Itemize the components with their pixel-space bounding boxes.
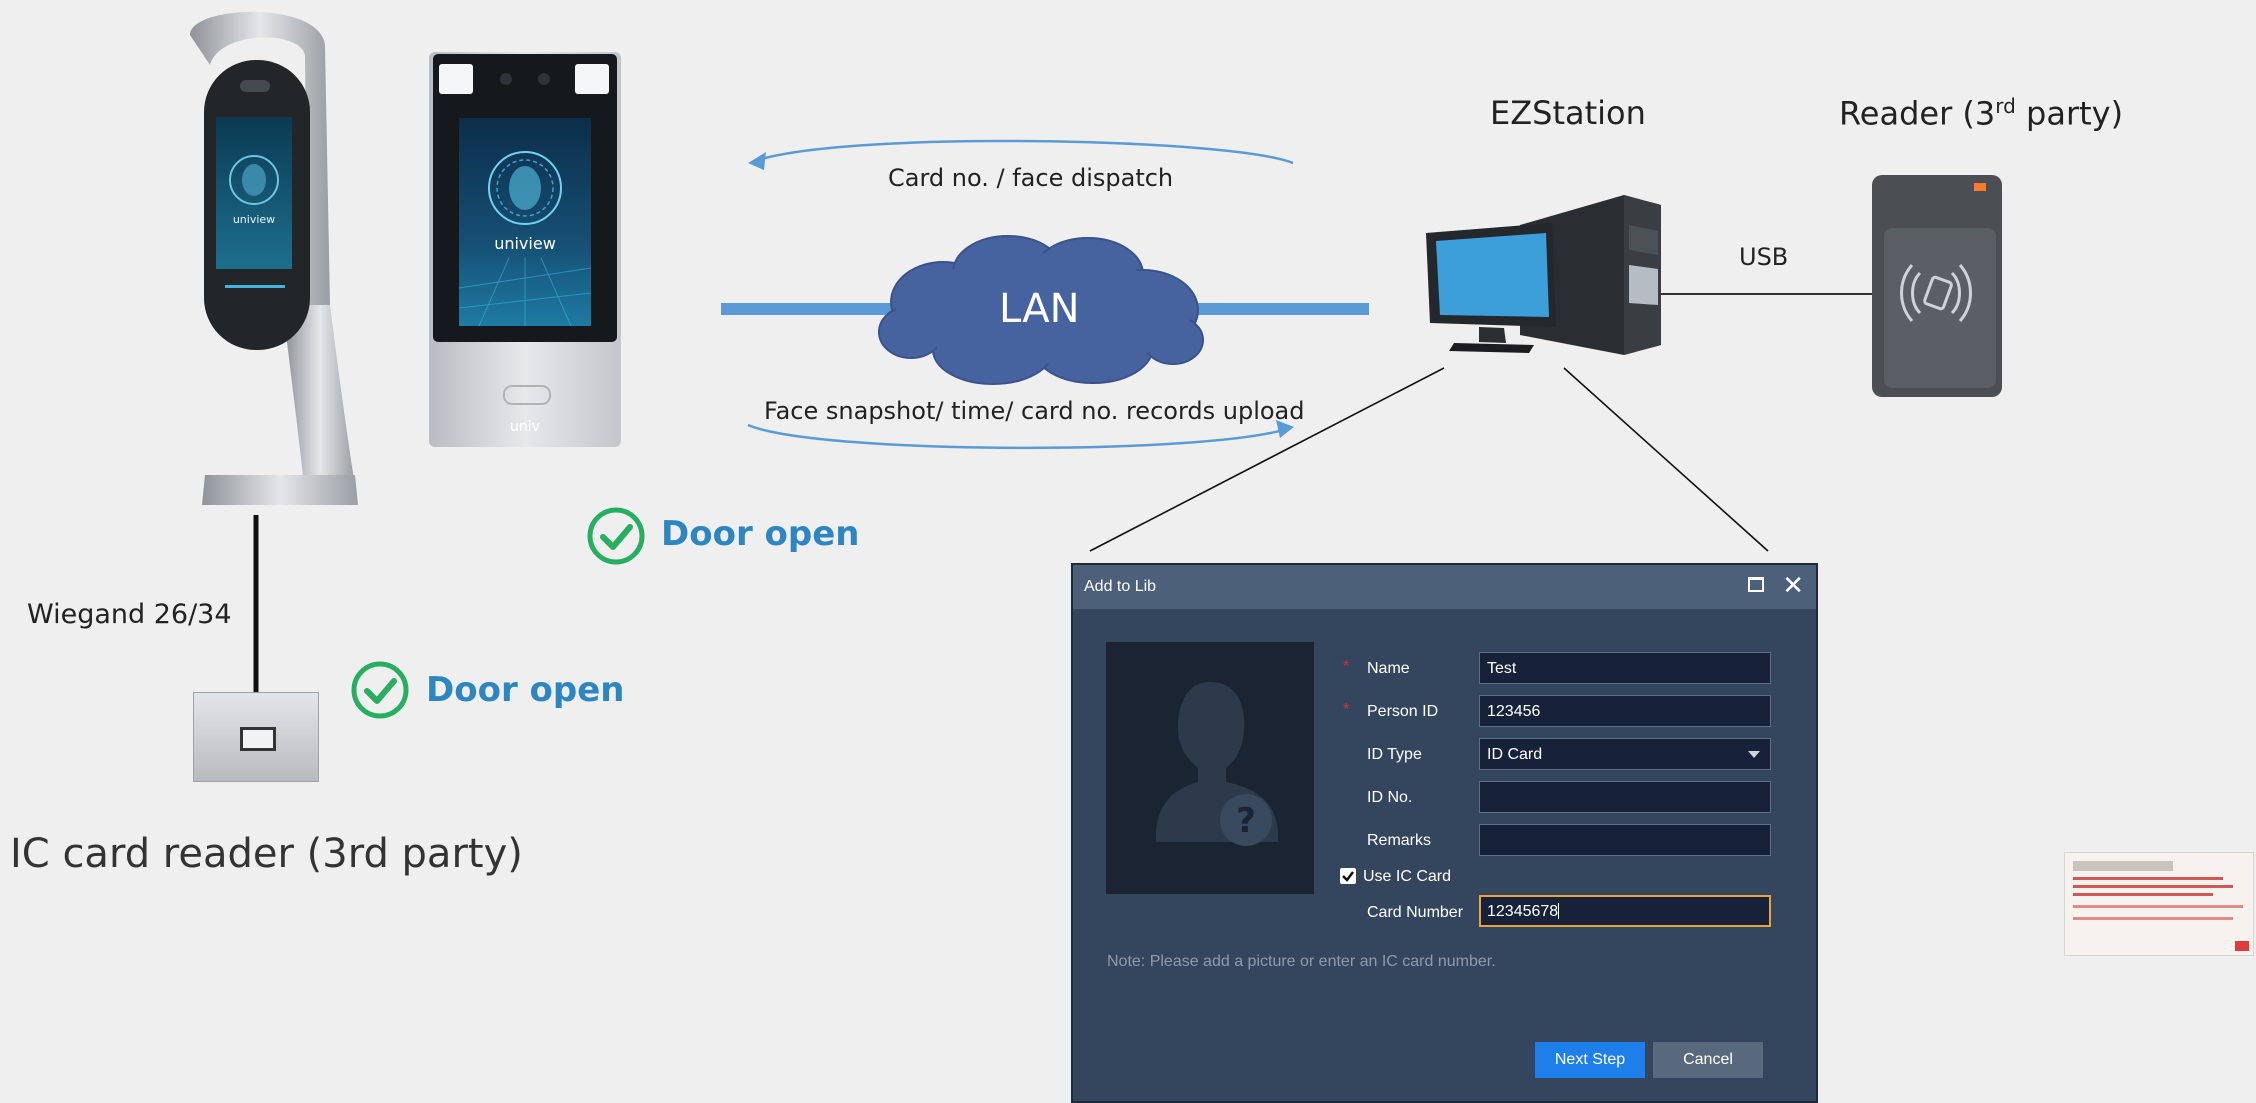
person-id-label: Person ID (1367, 703, 1439, 720)
card-symbol-icon (503, 385, 551, 405)
ic-card-reader-device (193, 692, 319, 782)
id-type-value: ID Card (1487, 746, 1543, 763)
name-field[interactable]: Test (1479, 652, 1771, 684)
close-icon[interactable]: ✕ (1782, 569, 1804, 601)
mifare-card-print (2073, 877, 2223, 880)
mifare-card-mark (2235, 941, 2249, 951)
svg-text:?: ? (1236, 801, 1256, 841)
ezstation-computer (1426, 195, 1661, 355)
ic-card-reader-label: IC card reader (3rd party) (10, 831, 523, 877)
unknown-person-icon: ? (1156, 682, 1278, 846)
text-cursor (1558, 903, 1560, 919)
checkmark-icon (1342, 871, 1354, 882)
card-number-field[interactable]: 12345678 (1479, 895, 1771, 927)
svg-text:uniview: uniview (233, 213, 275, 226)
mifare-card (2064, 852, 2254, 956)
mifare-card-print (2073, 917, 2233, 920)
next-step-button[interactable]: Next Step (1535, 1042, 1645, 1078)
mifare-card-print (2073, 885, 2233, 888)
name-label: Name (1367, 660, 1410, 677)
maximize-icon[interactable] (1748, 577, 1764, 592)
check-circle-icon (351, 661, 409, 719)
use-ic-card-checkbox[interactable] (1340, 868, 1356, 884)
face-terminal-light-right (575, 64, 609, 94)
door-open-label-1: Door open (661, 514, 860, 554)
photo-placeholder[interactable]: ? (1106, 642, 1314, 894)
face-terminal-stand: uniview (190, 11, 358, 505)
add-to-lib-dialog: Add to Lib ✕ ? * Name Test * Person ID 1… (1071, 563, 1818, 1103)
face-scan-icon (459, 151, 591, 326)
id-type-select[interactable]: ID Card (1479, 738, 1771, 770)
card-number-value: 12345678 (1487, 903, 1559, 920)
remarks-label: Remarks (1367, 832, 1432, 849)
usb-label: USB (1739, 243, 1789, 271)
chevron-down-icon[interactable] (1748, 751, 1760, 758)
device-brand: uniview (494, 234, 556, 253)
door-open-label-2: Door open (426, 670, 625, 710)
card-number-label: Card Number (1367, 904, 1464, 921)
wiegand-label: Wiegand 26/34 (27, 599, 232, 630)
id-type-label: ID Type (1367, 746, 1422, 763)
id-no-label: ID No. (1367, 789, 1413, 806)
required-mark: * (1343, 658, 1350, 675)
dialog-title: Add to Lib (1084, 578, 1157, 595)
camera-icon (500, 73, 512, 85)
required-mark: * (1343, 701, 1350, 718)
dialog-note: Note: Please add a picture or enter an I… (1107, 953, 1496, 970)
remarks-field[interactable] (1479, 824, 1771, 856)
mifare-card-print (2073, 893, 2213, 896)
face-terminal-screen: uniview (459, 118, 591, 326)
face-terminal: uniview univ (429, 52, 621, 447)
mifare-card-print (2073, 861, 2173, 871)
person-id-field[interactable]: 123456 (1479, 695, 1771, 727)
reader-label-main: Reader (3 (1839, 94, 1996, 133)
reader-label: Reader (3rd party) (1839, 94, 2123, 133)
upload-label: Face snapshot/ time/ card no. records up… (764, 397, 1305, 425)
ezstation-label: EZStation (1490, 94, 1646, 132)
device-brand-small: univ (510, 419, 540, 435)
camera-icon (538, 73, 550, 85)
card-slot-icon (240, 727, 276, 751)
cancel-button[interactable]: Cancel (1653, 1042, 1763, 1078)
dialog-titlebar[interactable]: Add to Lib ✕ (1073, 565, 1816, 609)
use-ic-card-label: Use IC Card (1363, 868, 1452, 885)
reader-label-tail: party) (2015, 94, 2124, 133)
check-circle-icon (587, 507, 645, 565)
usb-card-reader (1872, 175, 2002, 397)
dispatch-label: Card no. / face dispatch (888, 164, 1174, 192)
face-terminal-light-left (439, 64, 473, 94)
id-no-field[interactable] (1479, 781, 1771, 813)
lan-label: LAN (999, 286, 1080, 332)
mifare-card-print (2073, 905, 2243, 908)
reader-label-sup: rd (1995, 94, 2016, 118)
